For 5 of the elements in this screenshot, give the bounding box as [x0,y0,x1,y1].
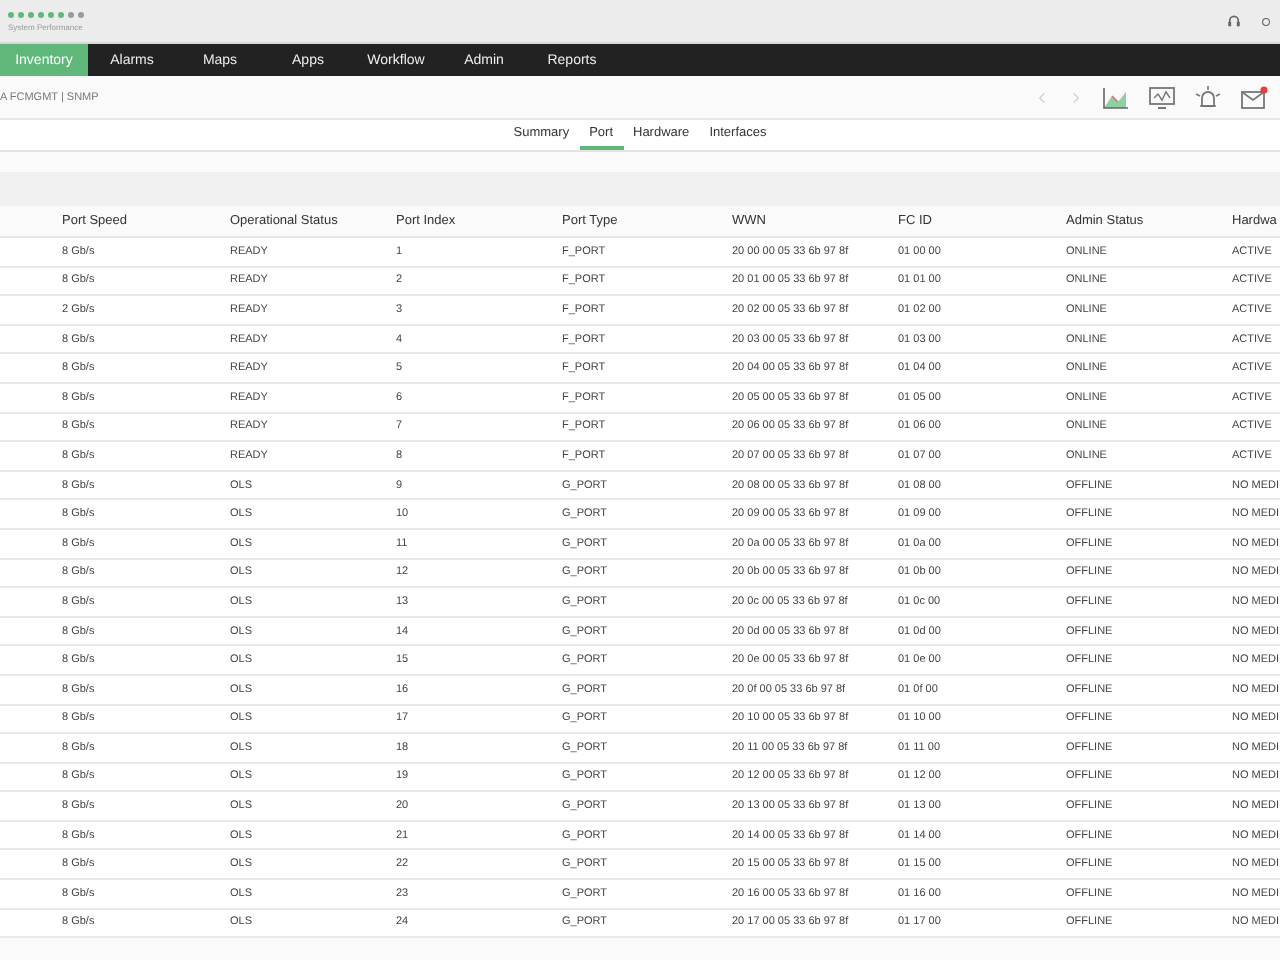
monitor-icon[interactable] [1148,85,1176,109]
headset-icon[interactable] [1224,11,1244,31]
mail-icon[interactable] [1240,85,1268,109]
area-chart-icon[interactable] [1102,85,1130,109]
alarm-bell-icon[interactable] [1194,85,1222,109]
